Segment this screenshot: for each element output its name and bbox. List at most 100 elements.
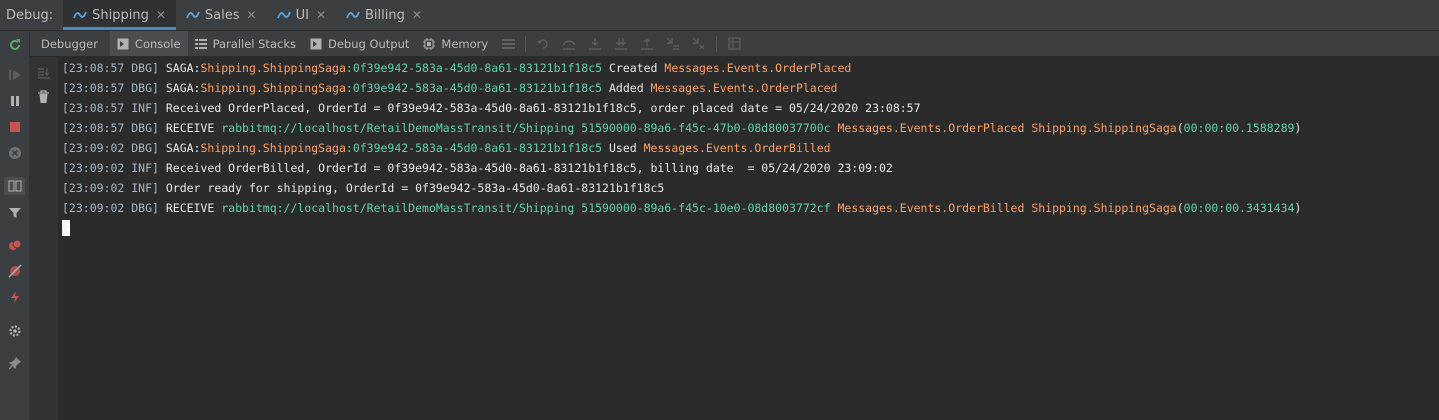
layout-icon[interactable] [4,177,25,195]
resume-icon[interactable] [7,67,22,82]
log-text: ( [1176,201,1184,215]
scroll-to-end-icon[interactable] [37,64,51,83]
tab-label: UI [295,7,309,23]
log-line: [23:09:02 DBG] RECEIVE rabbitmq://localh… [62,198,1301,218]
filter-icon[interactable] [7,205,22,220]
log-line: [23:08:57 INF] Received OrderPlaced, Ord… [62,98,921,118]
tab-sales[interactable]: Sales ✕ [176,0,267,30]
menu-icon[interactable] [501,37,515,51]
log-value: :0f39e942-583a-45d0-8a61-83121b1f18c5 [345,141,603,155]
step-over-icon[interactable] [562,37,576,51]
close-icon[interactable]: ✕ [412,8,422,22]
log-line: [23:09:02 DBG] SAGA:Shipping.ShippingSag… [62,138,831,158]
log-value[interactable]: rabbitmq://localhost/RetailDemoMassTrans… [221,121,830,135]
tab-parallel-stacks[interactable]: Parallel Stacks [188,31,303,56]
show-execution-point-icon[interactable] [536,37,550,51]
tab-label: Parallel Stacks [212,36,296,51]
tab-shipping[interactable]: Shipping ✕ [63,0,176,30]
step-into-icon[interactable] [588,37,602,51]
debug-actions-sidebar [0,31,30,420]
tab-debugger[interactable]: Debugger [30,31,110,56]
tab-label: Debugger [41,36,98,51]
dotnet-run-config-icon [276,11,291,19]
disconnect-icon[interactable] [7,145,22,160]
log-type-name: Messages.Events.OrderPlaced [650,81,838,95]
pause-icon[interactable] [7,93,22,108]
mute-breakpoints-icon[interactable] [7,263,22,278]
log-type-name: Shipping.ShippingSaga [200,141,346,155]
log-text: Added [602,81,651,95]
log-text: Received OrderPlaced, OrderId = 0f39e942… [158,101,921,115]
exception-breakpoint-icon[interactable] [7,289,22,304]
debug-toolbar: Debugger Console Parallel Stacks Debug O… [30,31,1439,57]
log-timestamp: [23:08:57 DBG] [62,81,159,95]
log-line: [23:08:57 DBG] RECEIVE rabbitmq://localh… [62,118,1301,138]
rerun-icon[interactable] [7,37,22,52]
log-value: 00:00:00.1588289 [1183,121,1295,135]
close-icon[interactable]: ✕ [316,8,326,22]
tab-ui[interactable]: UI ✕ [267,0,336,30]
debug-output-icon [310,38,322,50]
log-timestamp: [23:09:02 DBG] [62,201,159,215]
log-text: RECEIVE [158,121,222,135]
debug-tool-window-header: Debug: Shipping ✕ Sales ✕ UI ✕ Billing ✕ [0,0,1439,31]
force-run-to-cursor-icon[interactable] [692,37,706,51]
log-text: SAGA: [158,61,201,75]
debug-label: Debug: [6,7,54,23]
separator [716,35,718,52]
log-line: [23:08:57 DBG] SAGA:Shipping.ShippingSag… [62,78,837,98]
memory-icon [423,37,436,50]
close-icon[interactable]: ✕ [156,8,166,22]
log-timestamp: [23:09:02 DBG] [62,141,159,155]
log-type-name: Messages.Events.OrderBilled Shipping.Shi… [837,201,1177,215]
view-breakpoints-icon[interactable] [7,237,22,252]
log-timestamp: [23:09:02 INF] [62,161,159,175]
run-to-cursor-icon[interactable] [666,37,680,51]
cursor-char: ß [61,223,68,237]
log-line: [23:09:02 INF] Received OrderBilled, Ord… [62,158,893,178]
tab-console[interactable]: Console [109,31,188,56]
log-text: SAGA: [158,81,201,95]
stop-icon[interactable] [7,119,22,134]
log-value: :0f39e942-583a-45d0-8a61-83121b1f18c5 [345,81,603,95]
tab-label: Console [134,36,181,51]
log-line: [23:08:57 DBG] SAGA:Shipping.ShippingSag… [62,58,851,78]
tab-label: Shipping [92,7,149,23]
log-timestamp: [23:08:57 DBG] [62,121,159,135]
log-timestamp: [23:09:02 INF] [62,181,159,195]
console-gutter [30,57,58,420]
tab-memory[interactable]: Memory [416,31,495,56]
log-value: 00:00:00.3431434 [1183,201,1295,215]
force-step-into-icon[interactable] [614,37,628,51]
gear-icon[interactable] [7,323,22,338]
log-text: Order ready for shipping, OrderId = 0f39… [158,181,665,195]
log-value: :0f39e942-583a-45d0-8a61-83121b1f18c5 [345,61,603,75]
separator [525,35,527,52]
trash-icon[interactable] [37,89,50,108]
tab-billing[interactable]: Billing ✕ [336,0,432,30]
dotnet-run-config-icon [186,11,200,19]
log-type-name: Messages.Events.OrderBilled [643,141,831,155]
log-line: [23:09:02 INF] Order ready for shipping,… [62,178,664,198]
log-text: Created [602,61,665,75]
log-timestamp: [23:08:57 INF] [62,101,159,115]
log-text: Received OrderBilled, OrderId = 0f39e942… [158,161,893,175]
tab-debug-output[interactable]: Debug Output [303,31,416,56]
log-text: SAGA: [158,141,201,155]
step-out-icon[interactable] [640,37,654,51]
pin-icon[interactable] [7,355,22,370]
console-output[interactable]: ß [23:08:57 DBG] SAGA:Shipping.ShippingS… [58,57,1439,420]
log-type-name: Messages.Events.OrderPlaced [664,61,852,75]
tab-label: Sales [204,7,240,23]
dotnet-run-config-icon [73,11,87,19]
log-text: ) [1294,201,1302,215]
tab-label: Memory [441,36,489,51]
close-icon[interactable]: ✕ [247,8,257,22]
log-text: ( [1176,121,1184,135]
evaluate-expression-icon[interactable] [727,37,741,51]
tab-label: Debug Output [327,36,410,51]
log-value[interactable]: rabbitmq://localhost/RetailDemoMassTrans… [221,201,830,215]
tab-label: Billing [365,7,405,23]
dotnet-run-config-icon [346,11,360,19]
log-type-name: Shipping.ShippingSaga [200,61,346,75]
